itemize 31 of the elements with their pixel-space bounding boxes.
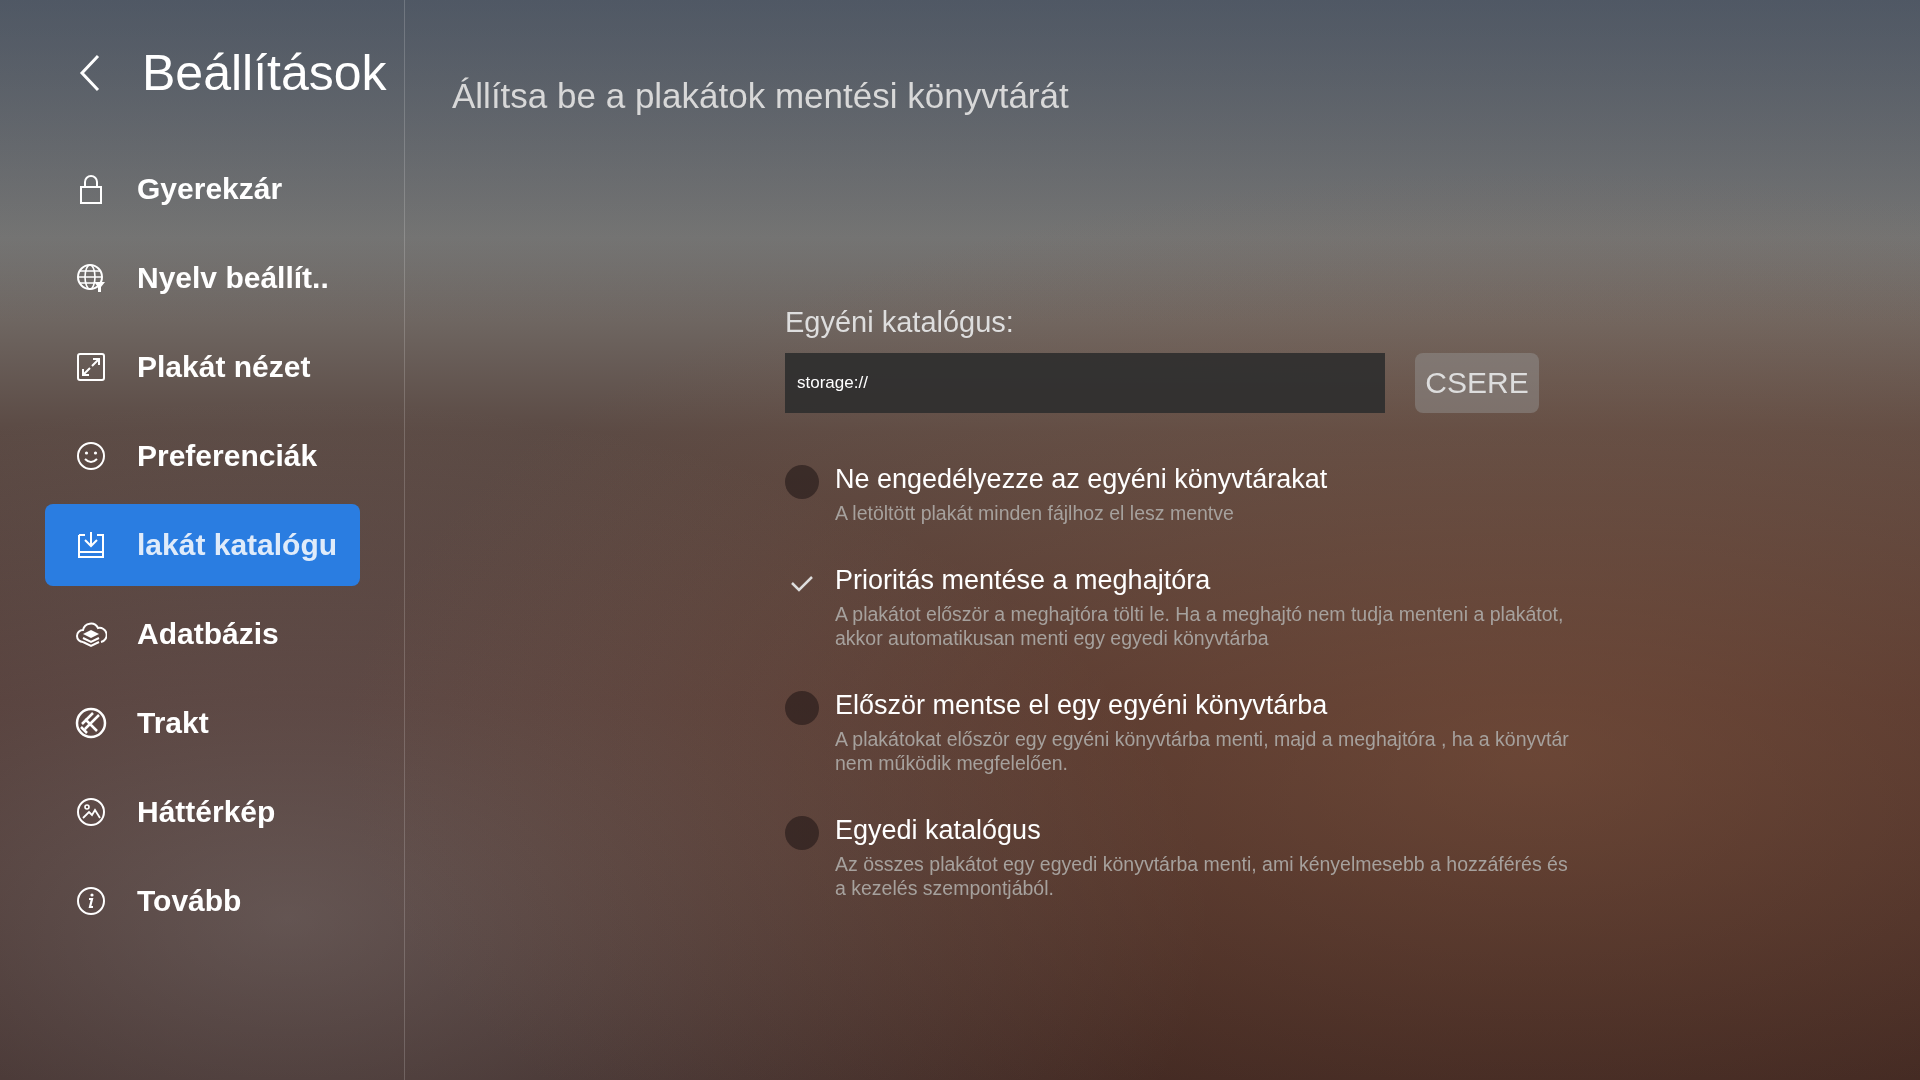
radio-dot[interactable]: [785, 816, 819, 850]
info-icon: [75, 885, 107, 917]
option-title[interactable]: Egyedi katalógus: [835, 815, 1575, 846]
radio-dot[interactable]: [785, 465, 819, 499]
picture-icon: [75, 796, 107, 828]
radio-dot[interactable]: [785, 691, 819, 725]
globe-icon: [75, 262, 107, 294]
option-description: A plakátokat először egy egyéni könyvtárba menti, majd a meghajtóra , ha a könyvtár nem működik megfelelően.: [835, 727, 1570, 775]
circle-logo-icon: [75, 707, 107, 739]
option-title[interactable]: Először mentse el egy egyéni könyvtárba: [835, 690, 1575, 721]
sidebar-item[interactable]: Nyelv beállít..: [45, 237, 360, 319]
sidebar-item[interactable]: Trakt: [45, 682, 360, 764]
option-description: Az összes plakátot egy egyedi könyvtárba menti, ami kényelmesebb a hozzáférés és a kezelés szempontjából.: [835, 852, 1569, 900]
page-heading: Állítsa be a plakátok mentési könyvtárát: [452, 76, 1070, 116]
sidebar-item[interactable]: Adatbázis: [45, 593, 360, 675]
expand-icon: [75, 351, 107, 383]
option-title[interactable]: Ne engedélyezze az egyéni könyvtárakat: [835, 464, 1328, 495]
option-title[interactable]: Prioritás mentése a meghajtóra: [835, 565, 1575, 596]
sidebar-item[interactable]: Preferenciák: [45, 415, 360, 497]
option-description: A letöltött plakát minden fájlhoz el lesz mentve: [835, 501, 1235, 525]
sidebar-item[interactable]: Gyerekzár: [45, 148, 360, 230]
field-label: Egyéni katalógus:: [785, 306, 1015, 339]
settings-title: Beállítások: [142, 44, 387, 102]
back-icon[interactable]: [78, 53, 102, 93]
sidebar-item[interactable]: Tovább: [45, 860, 360, 942]
smiley-icon: [75, 440, 107, 472]
download-icon: [75, 529, 107, 561]
path-field[interactable]: storage://: [785, 353, 1385, 413]
option-description: A plakátot először a meghajtóra tölti le. Ha a meghajtó nem tudja menteni a plakátot, akkor automatikusan menti egy egyedi könyvtárba: [835, 602, 1565, 650]
sidebar-item[interactable]: Plakát nézet: [45, 326, 360, 408]
sidebar-item[interactable]: Háttérkép: [45, 771, 360, 853]
